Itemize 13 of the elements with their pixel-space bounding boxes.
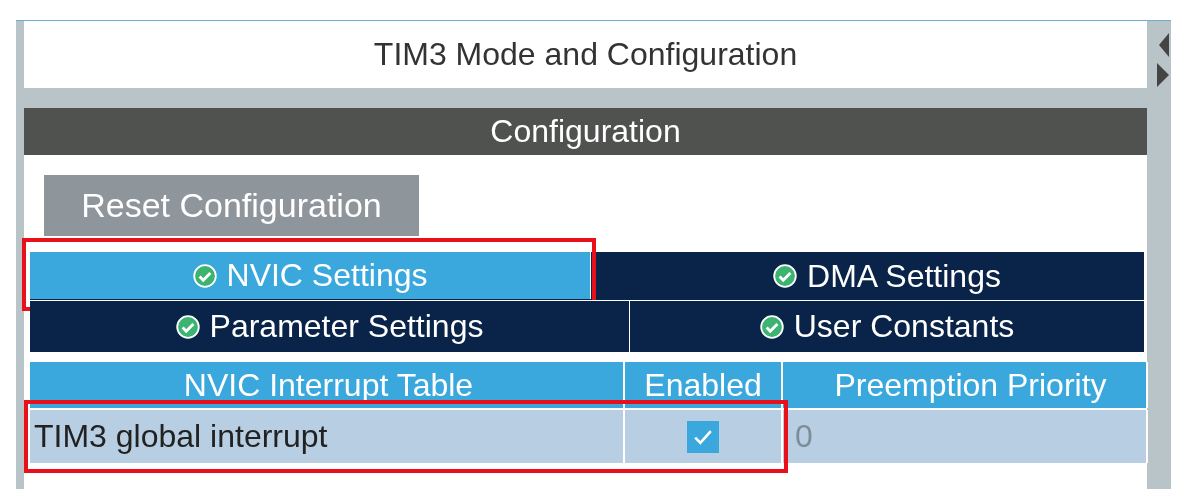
panel-title: TIM3 Mode and Configuration (24, 21, 1147, 88)
table-cell: TIM3 global interrupt (30, 410, 625, 463)
tab[interactable]: Parameter Settings (30, 300, 630, 352)
column-header: Enabled (625, 362, 783, 408)
column-header: Preemption Priority (783, 362, 1148, 408)
check-circle-icon (773, 264, 798, 288)
check-circle-icon (175, 314, 200, 339)
check-circle-icon (759, 314, 784, 339)
section-header: Configuration (24, 108, 1147, 155)
column-header: NVIC Interrupt Table (30, 362, 625, 408)
checkbox[interactable] (687, 420, 719, 453)
check-circle-icon (192, 263, 217, 288)
priority-value: 0 (795, 418, 813, 455)
